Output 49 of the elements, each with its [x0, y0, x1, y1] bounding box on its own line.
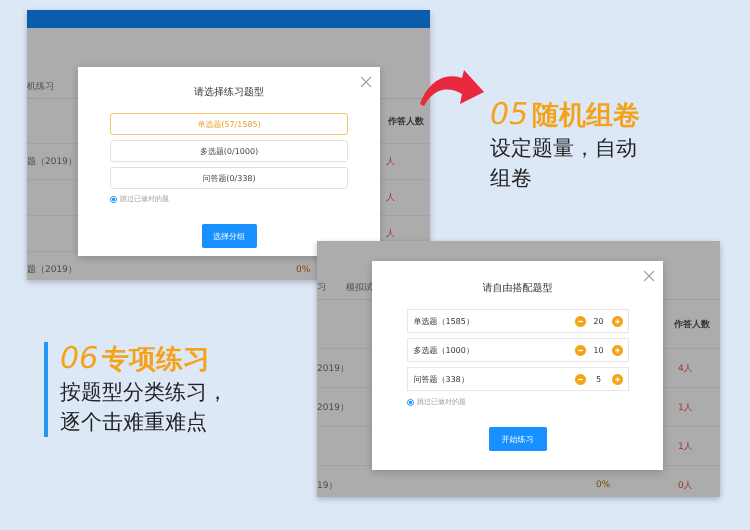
table-cell: 4人 [678, 364, 693, 374]
table-cell: 0% [296, 264, 310, 274]
minus-icon[interactable] [574, 344, 586, 356]
feature-description: 设定题量，自动 [490, 135, 638, 162]
option-button[interactable]: 单选题(57/1585) [110, 113, 348, 135]
close-icon[interactable] [360, 76, 372, 88]
table-cell: 题（2019） [27, 265, 77, 275]
option-button[interactable]: 多选题(0/1000) [110, 140, 348, 162]
feature-title: 专项练习 [102, 343, 210, 377]
feature-title: 随机组卷 [532, 99, 640, 133]
feature-number: 05 [490, 98, 528, 132]
table-cell: 0% [596, 480, 610, 490]
plus-icon[interactable] [612, 374, 622, 384]
column-header: 作答人数 [388, 116, 424, 128]
start-practice-button[interactable]: 开始练习 [488, 427, 546, 451]
feature-description: 组卷 [490, 165, 533, 192]
question-type-label: 问答题（338） [414, 374, 470, 384]
column-header: 作答人数 [674, 318, 710, 330]
table-cell: 1人 [678, 442, 693, 452]
minus-icon[interactable] [574, 374, 586, 384]
feature-description: 按题型分类练习， [60, 379, 228, 406]
quantity-value: 5 [594, 374, 602, 384]
option-button[interactable]: 问答题(0/338) [110, 167, 348, 189]
table-cell: 人 [386, 193, 395, 203]
tab[interactable]: 习 [317, 280, 326, 294]
table-cell: 19） [317, 480, 338, 490]
dialog-title: 请自由搭配题型 [482, 282, 552, 295]
table-cell: 1人 [678, 402, 693, 412]
quantity-value: 10 [592, 346, 605, 354]
feature-number: 06 [60, 342, 98, 376]
minus-icon[interactable] [574, 316, 586, 326]
question-type-label: 单选题（1585） [414, 316, 475, 326]
radio-icon[interactable] [407, 398, 414, 406]
plus-icon[interactable] [612, 344, 622, 356]
close-icon[interactable] [643, 270, 655, 282]
table-cell: 2019） [317, 364, 349, 374]
quantity-value: 20 [592, 316, 605, 326]
question-type-label: 多选题（1000） [414, 344, 475, 356]
radio-icon[interactable] [110, 196, 117, 202]
plus-icon[interactable] [612, 316, 622, 326]
tab[interactable]: 机练习 [27, 80, 54, 92]
table-cell: 2019） [317, 402, 349, 412]
table-cell: 人 [386, 157, 395, 167]
select-group-button[interactable]: 选择分组 [202, 224, 256, 248]
table-cell: 题（2019） [27, 157, 77, 167]
table-cell: 人 [386, 229, 395, 239]
dialog-title: 请选择练习题型 [194, 86, 264, 99]
table-cell: 0人 [678, 480, 693, 490]
feature-description: 逐个击难重难点 [60, 409, 208, 436]
